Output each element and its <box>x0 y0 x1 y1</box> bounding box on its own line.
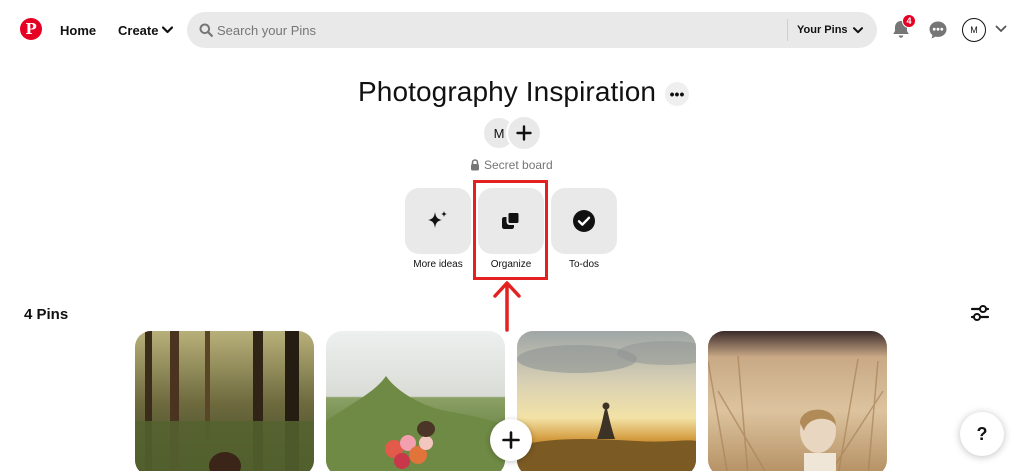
pin-card[interactable] <box>135 331 314 471</box>
search-divider <box>787 19 788 41</box>
notification-count-badge: 4 <box>902 14 916 28</box>
to-dos-label: To-dos <box>568 259 599 270</box>
pin-card[interactable] <box>326 331 505 471</box>
pins-count: 4 Pins <box>24 306 69 323</box>
chevron-down-icon <box>852 26 863 33</box>
search-icon <box>199 23 213 37</box>
sparkle-icon <box>428 211 447 228</box>
pin-card[interactable] <box>708 331 887 471</box>
pin-card[interactable] <box>517 331 696 471</box>
add-pin-button[interactable] <box>490 419 532 461</box>
add-collaborator-button[interactable] <box>506 115 542 151</box>
nav-create-label: Create <box>118 22 159 38</box>
chevron-down-icon[interactable] <box>995 24 1007 34</box>
more-ideas-label: More ideas <box>413 259 463 270</box>
check-circle-icon <box>573 210 595 232</box>
board-privacy-status: Secret board <box>470 158 553 172</box>
pin-image-wheat-field-icon <box>708 331 887 471</box>
messages-icon[interactable] <box>927 19 949 41</box>
search-scope-dropdown[interactable]: Your Pins <box>797 12 863 48</box>
pin-image-sunset-icon <box>517 331 696 471</box>
profile-avatar[interactable]: M <box>962 18 986 42</box>
pinterest-logo-icon[interactable]: P <box>20 18 42 40</box>
organize-highlight-box <box>473 180 548 280</box>
search-input[interactable] <box>217 12 777 48</box>
filter-settings-icon[interactable] <box>970 304 990 322</box>
board-more-options-button[interactable]: ••• <box>665 82 689 106</box>
help-button[interactable]: ? <box>960 412 1004 456</box>
board-title: Photography Inspiration <box>358 76 657 107</box>
chevron-down-icon <box>162 26 174 34</box>
lock-icon <box>471 159 479 171</box>
pin-image-forest-icon <box>135 331 314 471</box>
logo-letter: P <box>25 20 37 38</box>
plus-icon <box>502 431 520 449</box>
search-scope-label: Your Pins <box>797 24 848 36</box>
search-bar[interactable]: Your Pins <box>187 12 877 48</box>
more-ideas-button[interactable] <box>405 188 471 254</box>
to-dos-button[interactable] <box>551 188 617 254</box>
nav-create-dropdown[interactable]: Create <box>108 16 183 44</box>
up-arrow-annotation-icon <box>493 281 521 332</box>
plus-icon <box>516 125 532 141</box>
privacy-label: Secret board <box>484 158 553 172</box>
pin-image-flowers-icon <box>326 331 505 471</box>
top-nav-bar: P Home Create Your Pins 4 M <box>0 0 1024 60</box>
nav-home-link[interactable]: Home <box>48 16 108 44</box>
